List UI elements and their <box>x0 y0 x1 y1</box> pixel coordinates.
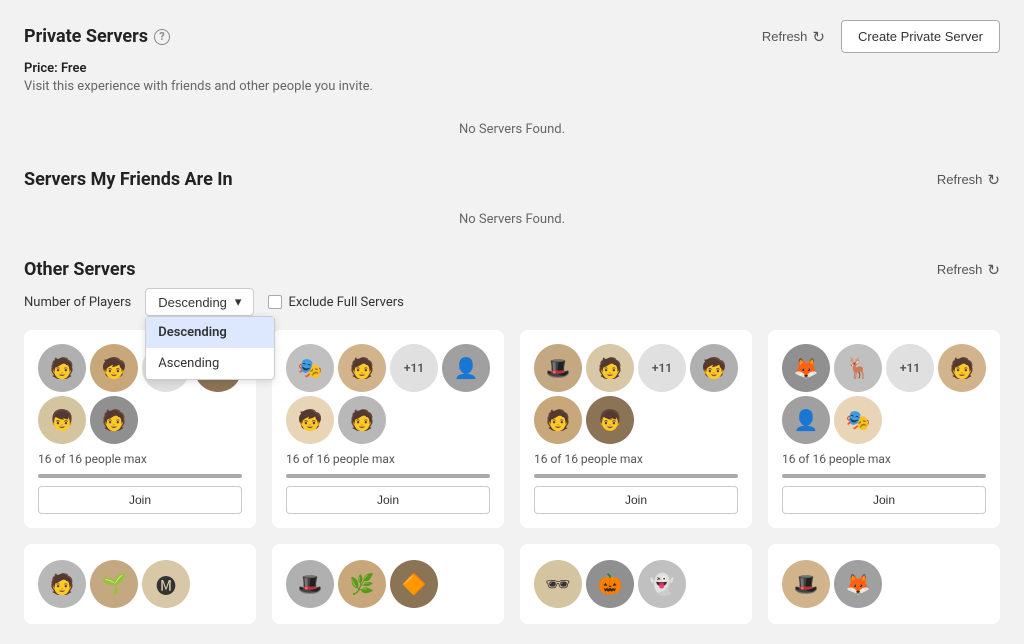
help-icon[interactable]: ? <box>154 29 170 45</box>
dropdown-option-ascending[interactable]: Ascending <box>146 348 274 379</box>
server-count: 16 of 16 people max <box>38 452 242 466</box>
avatar: 🧑 <box>38 560 86 608</box>
avatar: 🌱 <box>90 560 138 608</box>
server-card: 🦊 🦌 +11 🧑 👤 🎭 16 of 16 people max Join <box>768 330 1000 528</box>
server-card-bottom: 🎩 🌿 🔶 <box>272 544 504 624</box>
server-card-bottom: 🧑 🌱 🅜 <box>24 544 256 624</box>
refresh-icon-friends: ↻ <box>987 171 1000 189</box>
avatars-row: 🎭 🧑 +11 👤 🧒 🧑 <box>286 344 490 444</box>
join-button[interactable]: Join <box>286 486 490 514</box>
friends-servers-refresh-button[interactable]: Refresh ↻ <box>937 171 1000 189</box>
avatar: 🔶 <box>390 560 438 608</box>
join-button[interactable]: Join <box>38 486 242 514</box>
avatar: 👤 <box>782 396 830 444</box>
bottom-avatars: 🧑 🌱 🅜 <box>38 560 190 608</box>
server-count: 16 of 16 people max <box>782 452 986 466</box>
avatar: 🎭 <box>286 344 334 392</box>
avatar: 🧑 <box>534 396 582 444</box>
other-servers-title-text: Other Servers <box>24 259 135 280</box>
friends-servers-title: Servers My Friends Are In <box>24 169 233 190</box>
server-count: 16 of 16 people max <box>286 452 490 466</box>
bottom-servers-row: 🧑 🌱 🅜 🎩 🌿 🔶 🕶 🎃 👻 🎩 🦊 <box>24 544 1000 624</box>
progress-bar <box>38 474 242 478</box>
bottom-avatars: 🕶 🎃 👻 <box>534 560 686 608</box>
other-servers-title: Other Servers <box>24 259 135 280</box>
visit-text: Visit this experience with friends and o… <box>24 79 1000 94</box>
avatar: 🧑 <box>938 344 986 392</box>
bottom-avatars: 🎩 🦊 <box>782 560 882 608</box>
sort-dropdown-wrapper: Descending ▾ Descending Ascending <box>145 288 254 316</box>
exclude-full-checkbox-row: Exclude Full Servers <box>268 295 403 310</box>
chevron-down-icon: ▾ <box>235 294 242 310</box>
avatar: 🦊 <box>834 560 882 608</box>
other-servers-refresh-button[interactable]: Refresh ↻ <box>937 261 1000 279</box>
refresh-label-private: Refresh <box>762 29 808 44</box>
join-button[interactable]: Join <box>534 486 738 514</box>
avatars-row: 🎩 🧑 +11 🧒 🧑 👦 <box>534 344 738 444</box>
refresh-label-friends: Refresh <box>937 172 983 187</box>
sort-dropdown-menu: Descending Ascending <box>145 316 275 380</box>
friends-servers-title-text: Servers My Friends Are In <box>24 169 233 190</box>
avatar-more: +11 <box>886 344 934 392</box>
server-count: 16 of 16 people max <box>534 452 738 466</box>
avatar: 🌿 <box>338 560 386 608</box>
avatar: 🧑 <box>90 396 138 444</box>
number-of-players-label: Number of Players <box>24 295 131 310</box>
avatar: 🦊 <box>782 344 830 392</box>
avatar: 🧒 <box>286 396 334 444</box>
avatar: 👤 <box>442 344 490 392</box>
private-servers-title-text: Private Servers <box>24 26 148 47</box>
avatar: 🎩 <box>782 560 830 608</box>
sort-dropdown-button[interactable]: Descending ▾ <box>145 288 254 316</box>
avatar: 🦌 <box>834 344 882 392</box>
create-private-server-button[interactable]: Create Private Server <box>841 20 1000 53</box>
avatars-row: 🦊 🦌 +11 🧑 👤 🎭 <box>782 344 986 444</box>
avatar-more: +11 <box>638 344 686 392</box>
sort-selected-label: Descending <box>158 295 227 310</box>
dropdown-option-descending[interactable]: Descending <box>146 317 274 348</box>
exclude-full-checkbox[interactable] <box>268 295 282 309</box>
avatar: 🎃 <box>586 560 634 608</box>
exclude-full-label: Exclude Full Servers <box>288 295 403 310</box>
friends-servers-no-servers: No Servers Found. <box>24 198 1000 241</box>
refresh-label-other: Refresh <box>937 262 983 277</box>
avatar: 🧑 <box>338 396 386 444</box>
server-card: 🎩 🧑 +11 🧒 🧑 👦 16 of 16 people max Join <box>520 330 752 528</box>
avatar-more: +11 <box>390 344 438 392</box>
server-card-bottom: 🕶 🎃 👻 <box>520 544 752 624</box>
avatar: 🧑 <box>38 344 86 392</box>
progress-bar <box>782 474 986 478</box>
bottom-avatars: 🎩 🌿 🔶 <box>286 560 438 608</box>
avatar: 👻 <box>638 560 686 608</box>
avatar: 🎭 <box>834 396 882 444</box>
avatar: 🧒 <box>690 344 738 392</box>
controls-row: Number of Players Descending ▾ Descendin… <box>24 288 1000 316</box>
refresh-icon-other: ↻ <box>987 261 1000 279</box>
private-servers-refresh-button[interactable]: Refresh ↻ <box>762 28 825 46</box>
progress-bar <box>286 474 490 478</box>
server-card-bottom: 🎩 🦊 <box>768 544 1000 624</box>
avatar: 🅜 <box>142 560 190 608</box>
avatar: 🎩 <box>534 344 582 392</box>
progress-bar <box>534 474 738 478</box>
avatar: 🧑 <box>586 344 634 392</box>
avatar: 👦 <box>38 396 86 444</box>
avatar: 🧑 <box>338 344 386 392</box>
price-text: Price: Free <box>24 61 1000 76</box>
avatar: 🧒 <box>90 344 138 392</box>
private-servers-title: Private Servers ? <box>24 26 170 47</box>
avatar: 👦 <box>586 396 634 444</box>
avatar: 🕶 <box>534 560 582 608</box>
private-servers-no-servers: No Servers Found. <box>24 108 1000 151</box>
server-card: 🎭 🧑 +11 👤 🧒 🧑 16 of 16 people max Join <box>272 330 504 528</box>
join-button[interactable]: Join <box>782 486 986 514</box>
avatar: 🎩 <box>286 560 334 608</box>
refresh-icon-private: ↻ <box>812 28 825 46</box>
